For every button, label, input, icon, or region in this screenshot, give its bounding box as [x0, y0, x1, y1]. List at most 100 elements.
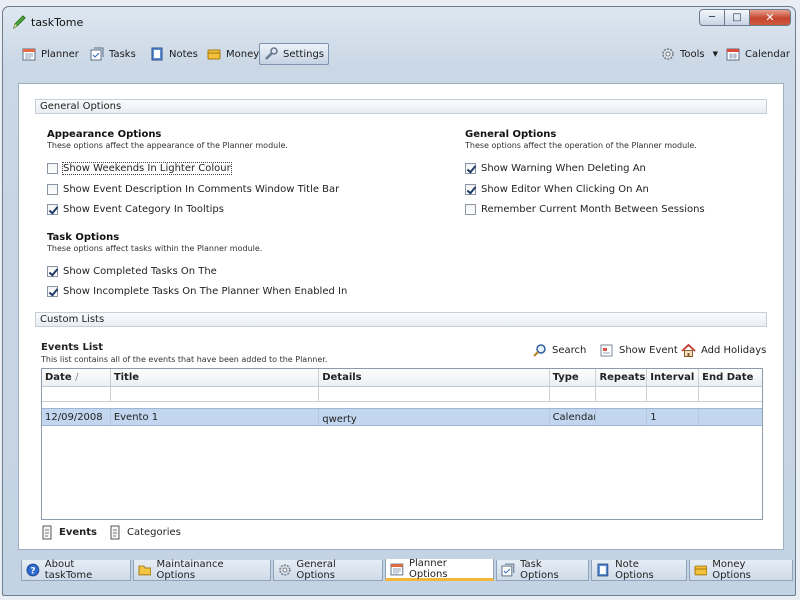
filter-cell[interactable]	[42, 387, 111, 401]
checkbox-label: Show Event Category In Tooltips	[63, 203, 224, 215]
filter-cell[interactable]	[319, 387, 550, 401]
close-button[interactable]: ✕	[749, 9, 791, 26]
house-icon	[681, 343, 696, 357]
money-icon	[694, 565, 707, 576]
column-header-type[interactable]: Type	[550, 369, 597, 386]
show-event-button[interactable]: Show Event	[599, 343, 678, 358]
checkbox-box[interactable]	[465, 203, 476, 215]
appearance-options-title: Appearance Options	[47, 129, 162, 140]
window-title: taskTome	[31, 16, 84, 29]
events-grid[interactable]: Date / Title Details Type Repeats Interv…	[41, 368, 763, 520]
help-icon: ?	[26, 563, 40, 576]
column-header-date[interactable]: Date /	[42, 369, 111, 386]
chevron-down-icon: ▼	[712, 50, 719, 58]
filter-cell[interactable]	[111, 387, 320, 401]
money-icon	[207, 49, 221, 60]
checkbox-label: Show Incomplete Tasks On The Planner Whe…	[63, 285, 348, 297]
search-button[interactable]: Search	[532, 343, 586, 358]
column-header-repeats[interactable]: Repeats	[596, 369, 648, 386]
checkbox-box[interactable]	[47, 162, 58, 174]
minimize-button[interactable]: ─	[699, 9, 725, 26]
checkbox-editor-clicking[interactable]: Show Editor When Clicking On An	[465, 182, 649, 196]
appearance-options-desc: These options affect the appearance of t…	[47, 141, 288, 150]
add-holidays-button[interactable]: Add Holidays	[681, 343, 766, 358]
tab-planner-label: Planner Options	[408, 557, 448, 580]
tab-task-options[interactable]: Task Options	[496, 559, 590, 581]
toolbar-calendar-button[interactable]: Calendar	[721, 43, 795, 65]
tab-planner-options[interactable]: Planner Options	[385, 557, 495, 581]
toolbar-settings-button[interactable]: Settings	[259, 43, 330, 65]
folder-icon	[138, 565, 151, 576]
subtab-events[interactable]: Events	[41, 525, 97, 540]
toolbar-planner-label: Planner	[41, 48, 79, 60]
checkbox-box[interactable]	[47, 203, 58, 215]
tools-label: Tools	[680, 48, 705, 60]
grid-filter-row[interactable]	[42, 387, 762, 402]
custom-lists-header: Custom Lists	[35, 312, 767, 327]
column-header-title[interactable]: Title	[111, 369, 320, 386]
task-options-title: Task Options	[47, 232, 120, 243]
checkbox-box[interactable]	[47, 183, 58, 195]
table-row[interactable]: 12/09/2008 Evento 1 qwerty Calendar 1	[42, 408, 762, 426]
toolbar-tasks-button[interactable]: Tasks	[85, 43, 141, 65]
toolbar-notes-label: Notes	[169, 48, 198, 60]
search-label: Search	[552, 345, 587, 356]
tab-task-label: Task Options	[520, 559, 559, 581]
checkbox-box[interactable]	[465, 183, 476, 195]
maximize-button[interactable]: □	[724, 9, 750, 26]
filter-cell[interactable]	[699, 387, 762, 401]
column-header-end-date[interactable]: End Date	[699, 369, 762, 386]
toolbar-money-label: Money	[226, 48, 260, 60]
toolbar-notes-button[interactable]: Notes	[145, 43, 203, 65]
checkbox-box[interactable]	[47, 265, 58, 277]
toolbar-calendar-label: Calendar	[745, 48, 790, 60]
subtab-categories[interactable]: Categories	[109, 525, 181, 540]
general-options-header: General Options	[35, 99, 767, 114]
subtab-events-label: Events	[59, 527, 97, 538]
sort-indicator-icon: /	[75, 372, 79, 383]
toolbar-settings-label: Settings	[283, 48, 325, 60]
cell-end-date	[699, 409, 762, 425]
toolbar-planner-button[interactable]: Planner	[17, 43, 84, 65]
column-header-details[interactable]: Details	[319, 369, 550, 386]
tools-menu-button[interactable]: Tools ▼	[656, 43, 723, 65]
column-header-interval[interactable]: Interval	[647, 369, 700, 386]
tab-money-options[interactable]: Money Options	[688, 559, 793, 581]
checkbox-weekends-lighter[interactable]: Show Weekends In Lighter Colour	[47, 161, 232, 175]
pencil-icon	[13, 15, 26, 30]
general-options-title: General Options	[465, 129, 557, 140]
checkbox-box[interactable]	[47, 285, 58, 297]
checkbox-warning-deleting[interactable]: Show Warning When Deleting An	[465, 161, 646, 175]
grid-header-row: Date / Title Details Type Repeats Interv…	[42, 369, 762, 387]
tab-maintainance-options[interactable]: Maintainance Options	[132, 559, 271, 581]
planner-icon	[390, 563, 404, 575]
filter-cell[interactable]	[647, 387, 700, 401]
search-icon	[533, 344, 546, 357]
tasks-icon	[90, 47, 104, 61]
tab-note-options[interactable]: Note Options	[591, 559, 687, 581]
checkbox-event-description-title[interactable]: Show Event Description In Comments Windo…	[47, 182, 339, 196]
filter-cell[interactable]	[550, 387, 597, 401]
cell-details: qwerty	[319, 409, 550, 425]
tab-about[interactable]: ? About taskTome	[21, 559, 131, 581]
events-list-title: Events List	[41, 342, 103, 353]
checkbox-remember-month[interactable]: Remember Current Month Between Sessions	[465, 202, 705, 216]
checkbox-label: Show Weekends In Lighter Colour	[62, 161, 232, 175]
cell-title: Evento 1	[111, 409, 320, 425]
checkbox-event-category-tooltips[interactable]: Show Event Category In Tooltips	[47, 202, 224, 216]
planner-icon	[22, 48, 36, 61]
settings-panel: General Options Appearance Options These…	[18, 83, 784, 550]
checkbox-completed-tasks[interactable]: Show Completed Tasks On The	[47, 264, 217, 278]
checkbox-label: Remember Current Month Between Sessions	[481, 203, 705, 215]
checkbox-box[interactable]	[465, 162, 476, 174]
cell-repeats	[596, 409, 648, 425]
notes-icon	[151, 47, 163, 61]
notes-icon	[597, 563, 609, 577]
cell-interval: 1	[647, 409, 700, 425]
filter-cell[interactable]	[596, 387, 648, 401]
tab-general-options[interactable]: General Options	[272, 559, 384, 581]
window-controls: ─ □ ✕	[699, 9, 791, 26]
checkbox-incomplete-tasks[interactable]: Show Incomplete Tasks On The Planner Whe…	[47, 284, 347, 298]
toolbar-money-button[interactable]: Money	[202, 43, 264, 65]
tasks-icon	[501, 563, 515, 577]
